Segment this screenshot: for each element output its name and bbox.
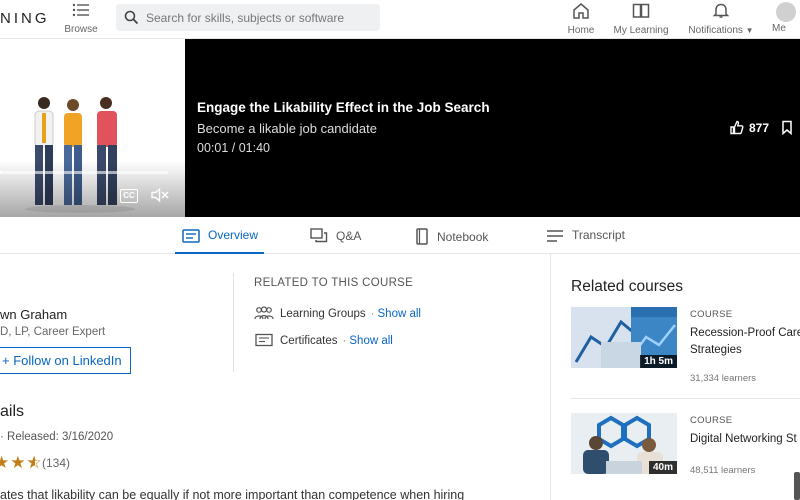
rating-stars-icon: ★★☆★ [0,453,43,472]
separator-dot: · [342,335,347,347]
video-player[interactable]: CC Engage the Likability Effect in the J… [0,39,800,217]
separator-dot: · [370,308,375,320]
search-box[interactable] [116,4,380,31]
avatar [776,2,796,22]
video-subtitle: Become a likable job candidate [197,121,377,136]
like-count: 877 [749,121,770,135]
course-title[interactable]: Recession-Proof Caree Strategies [690,325,800,359]
content-tabs: Overview Q&A Notebook Transcript [0,217,800,254]
nav-notifications-label-wrap: Notifications ▼ [685,25,757,36]
progress-bar[interactable] [0,171,168,174]
search-input[interactable] [146,8,371,27]
video-thumbnail[interactable]: CC [0,39,185,217]
certificates-label: Certificates [280,335,338,347]
browse-label: Browse [64,24,98,35]
closed-captions-button[interactable]: CC [120,189,138,203]
browse-button[interactable]: Browse [62,2,100,35]
mute-icon[interactable] [150,187,170,203]
nav-me-label: Me [772,23,786,34]
search-icon [124,10,139,25]
notebook-icon [416,228,428,245]
transcript-icon [547,230,563,242]
nav-notifications-label: Notifications [688,25,743,36]
course-learners: 31,334 learners [690,373,757,384]
certificates-row: Certificates · Show all [254,333,393,347]
tab-overview[interactable]: Overview [175,217,264,254]
bell-icon [712,3,730,18]
related-courses-heading: Related courses [571,278,684,295]
tab-notebook-label: Notebook [437,230,489,244]
author-title: D, LP, Career Expert [0,326,106,338]
follow-on-linkedin-button[interactable]: + Follow on LinkedIn [0,347,131,374]
tab-qa[interactable]: Q&A [310,217,361,254]
top-navbar: NING Browse Home My Learning [0,0,800,39]
course-type-label: COURSE [690,309,733,320]
related-course-card[interactable]: 1h 5m COURSE Recession-Proof Caree Strat… [571,307,800,384]
course-thumbnail[interactable]: 40m [571,413,677,474]
tab-qa-label: Q&A [336,229,362,243]
course-duration: 40m [648,461,677,474]
tab-overview-label: Overview [208,228,259,242]
learning-groups-label: Learning Groups [280,308,366,320]
follow-label: Follow on LinkedIn [13,353,122,368]
like-button[interactable]: 877 [729,120,769,135]
nav-me[interactable]: Me [772,2,800,34]
certificate-icon [255,333,273,347]
video-time: 00:01 / 01:40 [197,141,270,155]
tab-transcript-label: Transcript [572,228,625,242]
learning-groups-show-all-link[interactable]: Show all [378,308,421,320]
course-type-label: COURSE [690,415,733,426]
qa-icon [310,228,328,243]
sidebar-divider [550,254,551,500]
release-date: · Released: 3/16/2020 [0,431,114,443]
section-divider [233,273,234,372]
course-learners: 48,511 learners [690,465,756,476]
tab-notebook[interactable]: Notebook [415,217,488,254]
nav-notifications[interactable]: Notifications ▼ [685,2,757,36]
overview-icon [182,229,200,243]
book-icon [632,3,650,18]
card-divider [571,398,800,399]
caret-down-icon: ▼ [745,26,754,35]
learning-groups-row: Learning Groups · Show all [254,306,421,320]
nav-my-learning-label: My Learning [613,25,669,36]
video-title: Engage the Likability Effect in the Job … [197,100,490,115]
course-thumbnail[interactable]: 1h 5m [571,307,677,368]
scrollbar-thumb[interactable] [794,472,800,500]
plus-icon: + [2,353,10,368]
nav-my-learning[interactable]: My Learning [613,2,669,36]
nav-home[interactable]: Home [566,2,596,36]
nav-home-label: Home [567,25,595,36]
progress-fill [0,171,2,174]
menu-icon [72,3,89,17]
related-to-course-heading: RELATED TO THIS COURSE [254,277,414,289]
course-duration: 1h 5m [640,355,677,368]
learning-groups-icon [254,306,274,320]
author-name[interactable]: wn Graham [0,307,67,322]
course-description: ates that likability can be equally if n… [0,488,465,500]
course-title[interactable]: Digital Networking St [690,431,800,448]
home-icon [573,3,589,19]
details-heading: ails [0,403,25,420]
rating-count: (134) [42,456,71,470]
related-course-card[interactable]: 40m COURSE Digital Networking St 48,511 … [571,413,800,483]
logo[interactable]: NING [0,10,50,27]
certificates-show-all-link[interactable]: Show all [349,335,392,347]
tab-transcript[interactable]: Transcript [546,217,625,254]
thumbs-up-icon [730,120,744,135]
bookmark-icon[interactable] [781,120,793,135]
